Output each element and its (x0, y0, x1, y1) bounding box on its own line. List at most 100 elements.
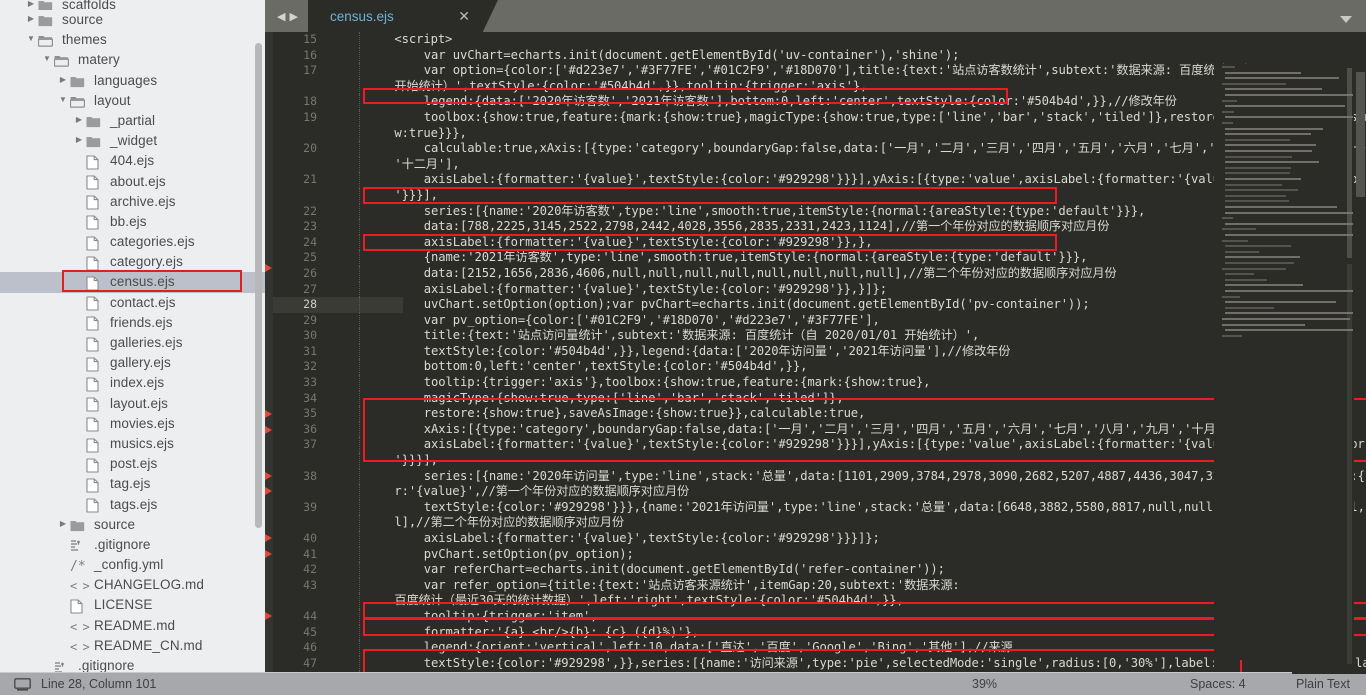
tree-item-scaffolds[interactable]: ▶ scaffolds (0, 0, 265, 10)
close-icon[interactable]: ✕ (458, 8, 470, 25)
tree-item-census-ejs[interactable]: census.ejs (0, 272, 265, 293)
file-tree[interactable]: ▶ scaffolds ▶ source ▼ themes ▼ matery ▶ language… (0, 0, 265, 673)
code-line[interactable]: 42 var referChart=echarts.init(document.g… (265, 562, 1366, 578)
tree-item-archive-ejs[interactable]: archive.ejs (0, 192, 265, 212)
tree-item-about-ejs[interactable]: about.ejs (0, 172, 265, 192)
code-minimap[interactable] (1214, 64, 1354, 673)
tree-item-index-ejs[interactable]: index.ejs (0, 373, 265, 393)
tree-item-source[interactable]: ▶ source (0, 10, 265, 30)
code-lines[interactable]: 15 <script> 16 var uvChart=echarts.init(doc… (265, 32, 1366, 673)
syntax-mode-label[interactable]: Plain Text (1296, 677, 1350, 691)
tree-item-gallery-ejs[interactable]: gallery.ejs (0, 353, 265, 373)
code-line[interactable]: 16 var uvChart=echarts.init(document.getE… (265, 47, 1366, 64)
code-line[interactable]: 22 series:[{name:'2020年访客数',type:'line',s… (265, 203, 1366, 220)
tree-item-readme-cn-md[interactable]: < > README_CN.md (0, 636, 265, 656)
code-line[interactable]: 19 toolbox:{show:true,feature:{mark:{show… (265, 109, 1366, 126)
tree-item--partial[interactable]: ▶ _partial (0, 111, 265, 131)
indent-setting-label[interactable]: Spaces: 4 (1190, 677, 1246, 691)
code-line[interactable]: 44 tooltip:{trigger:'item', (265, 608, 1366, 625)
tree-item-movies-ejs[interactable]: movies.ejs (0, 414, 265, 434)
code-line[interactable]: 18 legend:{data:['2020年访客数','2021年访客数'],b… (265, 94, 1366, 110)
code-line[interactable]: 34 magicType:{show:true,type:['line','bar… (265, 390, 1366, 407)
tree-item-themes[interactable]: ▼ themes (0, 30, 265, 50)
chevron-right-icon[interactable]: ▶ (72, 110, 86, 130)
status-cursor-group[interactable]: Line 28, Column 101 (0, 677, 156, 691)
tab-nav-arrows[interactable]: ◀ ▶ (265, 12, 308, 32)
code-line[interactable]: '十二月'], (265, 156, 1366, 173)
tree-item-languages[interactable]: ▶ languages (0, 71, 265, 91)
chevron-right-icon[interactable]: ▶ (289, 12, 297, 23)
code-line[interactable]: 45 formatter:'{a} <br/>{b}: {c} ({d}%)'}, (265, 624, 1366, 641)
tree-item-readme-md[interactable]: < > README.md (0, 616, 265, 636)
chevron-right-icon[interactable]: ▶ (24, 0, 38, 9)
chevron-left-icon[interactable]: ◀ (277, 12, 285, 23)
tree-item-galleries-ejs[interactable]: galleries.ejs (0, 333, 265, 353)
code-line[interactable]: 开始统计）',textStyle:{color:'#504b4d',}},too… (265, 78, 1366, 95)
code-line[interactable]: 27 axisLabel:{formatter:'{value}',textSty… (265, 281, 1366, 298)
code-line[interactable]: 47 textStyle:{color:'#929298',}},series:[… (265, 655, 1366, 672)
code-line[interactable]: 17 var option={color:['#d223e7','#3F77FE'… (265, 63, 1366, 79)
code-line[interactable]: 38 series:[{name:'2020年访问量',type:'line',s… (265, 468, 1366, 485)
minimap-scrollbar[interactable] (1347, 68, 1352, 258)
chevron-down-icon[interactable]: ▼ (40, 49, 54, 69)
code-line[interactable]: 百度统计（最近30天的统计数据）',left:'right',textStyle… (265, 593, 1366, 609)
tree-item-category-ejs[interactable]: category.ejs (0, 252, 265, 272)
tree-item--widget[interactable]: ▶ _widget (0, 131, 265, 151)
code-line[interactable]: 37 axisLabel:{formatter:'{value}',textSty… (265, 437, 1366, 454)
tree-item--gitignore[interactable]: .gitignore (0, 535, 265, 555)
code-line[interactable]: 21 axisLabel:{formatter:'{value}',textSty… (265, 172, 1366, 188)
chevron-right-icon[interactable]: ▶ (56, 70, 70, 90)
tab-census-ejs[interactable]: census.ejs ✕ (307, 0, 498, 32)
code-line[interactable]: 29 var pv_option={color:['#01C2F9','#18D0… (265, 312, 1366, 329)
code-line[interactable]: 46 legend:{orient:'vertical',left:10,data… (265, 640, 1366, 656)
zoom-level-label[interactable]: 39% (972, 677, 997, 691)
tree-item-404-ejs[interactable]: 404.ejs (0, 151, 265, 171)
tree-item-license[interactable]: LICENSE (0, 595, 265, 615)
tree-item-matery[interactable]: ▼ matery (0, 50, 265, 70)
tree-item--gitignore[interactable]: .gitignore (0, 656, 265, 673)
tree-item-source[interactable]: ▶ source (0, 515, 265, 535)
tree-item-post-ejs[interactable]: post.ejs (0, 454, 265, 474)
code-line[interactable]: 40 axisLabel:{formatter:'{value}',textSty… (265, 531, 1366, 547)
code-line[interactable]: 30 title:{text:'站点访问量统计',subtext:'数据来源: 百… (265, 328, 1366, 344)
minimap-track[interactable] (1347, 264, 1352, 664)
tree-item-changelog-md[interactable]: < > CHANGELOG.md (0, 575, 265, 595)
chevron-down-icon[interactable]: ▼ (56, 90, 70, 110)
code-line[interactable]: 25 {name:'2021年访客数',type:'line',smooth:tr… (265, 250, 1366, 266)
code-line[interactable]: 23 data:[788,2225,3145,2522,2798,2442,402… (265, 219, 1366, 235)
code-line[interactable]: 43 var refer_option={title:{text:'站点访客来源统… (265, 577, 1366, 594)
tree-item-tags-ejs[interactable]: tags.ejs (0, 495, 265, 515)
chevron-down-icon[interactable]: ▼ (24, 29, 38, 49)
code-line[interactable]: w:true}}}, (265, 125, 1366, 142)
code-line[interactable]: 39 textStyle:{color:'#929298'}}},{name:'2… (265, 499, 1366, 516)
tree-item--config-yml[interactable]: /* _config.yml (0, 555, 265, 575)
code-line[interactable]: 32 bottom:0,left:'center',textStyle:{colo… (265, 359, 1366, 376)
tree-item-friends-ejs[interactable]: friends.ejs (0, 313, 265, 333)
tree-item-layout-ejs[interactable]: layout.ejs (0, 394, 265, 414)
tree-item-bb-ejs[interactable]: bb.ejs (0, 212, 265, 232)
code-line[interactable]: 24 axisLabel:{formatter:'{value}',textSty… (265, 234, 1366, 251)
code-line[interactable]: 15 <script> (265, 32, 1366, 48)
editor-scrollbar[interactable] (1356, 72, 1365, 197)
code-line[interactable]: '}}}], (265, 453, 1366, 469)
code-line[interactable]: 31 textStyle:{color:'#504b4d',}},legend:{… (265, 343, 1366, 360)
code-line[interactable]: 28 uvChart.setOption(option);var pvChart=… (265, 297, 1366, 313)
code-line[interactable]: '}}}], (265, 187, 1366, 204)
code-line[interactable]: 20 calculable:true,xAxis:[{type:'category… (265, 141, 1366, 157)
chevron-right-icon[interactable]: ▶ (24, 9, 38, 29)
chevron-down-icon[interactable] (1340, 16, 1352, 23)
sidebar-scrollbar[interactable] (255, 43, 262, 528)
code-line[interactable]: 41 pvChart.setOption(pv_option); (265, 546, 1366, 563)
tree-item-contact-ejs[interactable]: contact.ejs (0, 293, 265, 313)
tree-item-categories-ejs[interactable]: categories.ejs (0, 232, 265, 252)
code-line[interactable]: 33 tooltip:{trigger:'axis'},toolbox:{show… (265, 375, 1366, 391)
code-viewport[interactable]: 15 <script> 16 var uvChart=echarts.init(doc… (265, 32, 1366, 673)
chevron-right-icon[interactable]: ▶ (56, 514, 70, 534)
code-line[interactable]: r:'{value}',//第一个年份对应的数据顺序对应月份 (265, 484, 1366, 500)
tree-item-layout[interactable]: ▼ layout (0, 91, 265, 111)
code-line[interactable]: l],//第二个年份对应的数据顺序对应月份 (265, 515, 1366, 531)
tree-item-musics-ejs[interactable]: musics.ejs (0, 434, 265, 454)
code-line[interactable]: 26 data:[2152,1656,2836,4606,null,null,nu… (265, 265, 1366, 282)
code-line[interactable]: 36 xAxis:[{type:'category',boundaryGap:fa… (265, 421, 1366, 438)
chevron-right-icon[interactable]: ▶ (72, 130, 86, 150)
